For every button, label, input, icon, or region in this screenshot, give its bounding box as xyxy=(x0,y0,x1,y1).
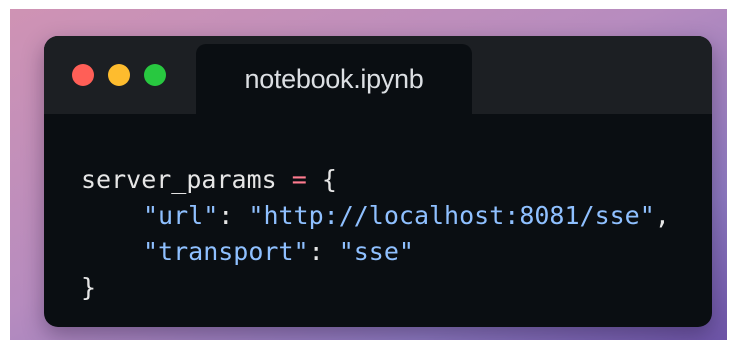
code-line-1: server_params = { xyxy=(81,162,670,198)
code-block[interactable]: server_params = {"url": "http://localhos… xyxy=(81,162,670,306)
assign-operator: = xyxy=(291,165,307,194)
tab-title: notebook.ipynb xyxy=(244,63,424,94)
close-brace: } xyxy=(81,273,97,302)
code-line-2: "url": "http://localhost:8081/sse", xyxy=(81,198,670,234)
close-dot[interactable] xyxy=(72,64,94,86)
code-window: notebook.ipynb server_params = {"url": "… xyxy=(44,36,712,327)
comma: , xyxy=(654,201,670,230)
traffic-lights xyxy=(72,64,166,86)
title-bar: notebook.ipynb xyxy=(44,36,712,114)
open-brace: { xyxy=(321,165,337,194)
colon: : xyxy=(308,237,324,266)
value-transport: "sse" xyxy=(338,237,414,266)
key-transport: "transport" xyxy=(143,237,309,266)
code-line-4: } xyxy=(81,270,670,306)
code-line-3: "transport": "sse" xyxy=(81,234,670,270)
minimize-dot[interactable] xyxy=(108,64,130,86)
variable-name: server_params xyxy=(81,165,277,194)
colon: : xyxy=(218,201,234,230)
tab-notebook[interactable]: notebook.ipynb xyxy=(196,44,472,114)
value-url: "http://localhost:8081/sse" xyxy=(248,201,655,230)
maximize-dot[interactable] xyxy=(144,64,166,86)
gradient-background: notebook.ipynb server_params = {"url": "… xyxy=(10,9,727,340)
key-url: "url" xyxy=(143,201,219,230)
